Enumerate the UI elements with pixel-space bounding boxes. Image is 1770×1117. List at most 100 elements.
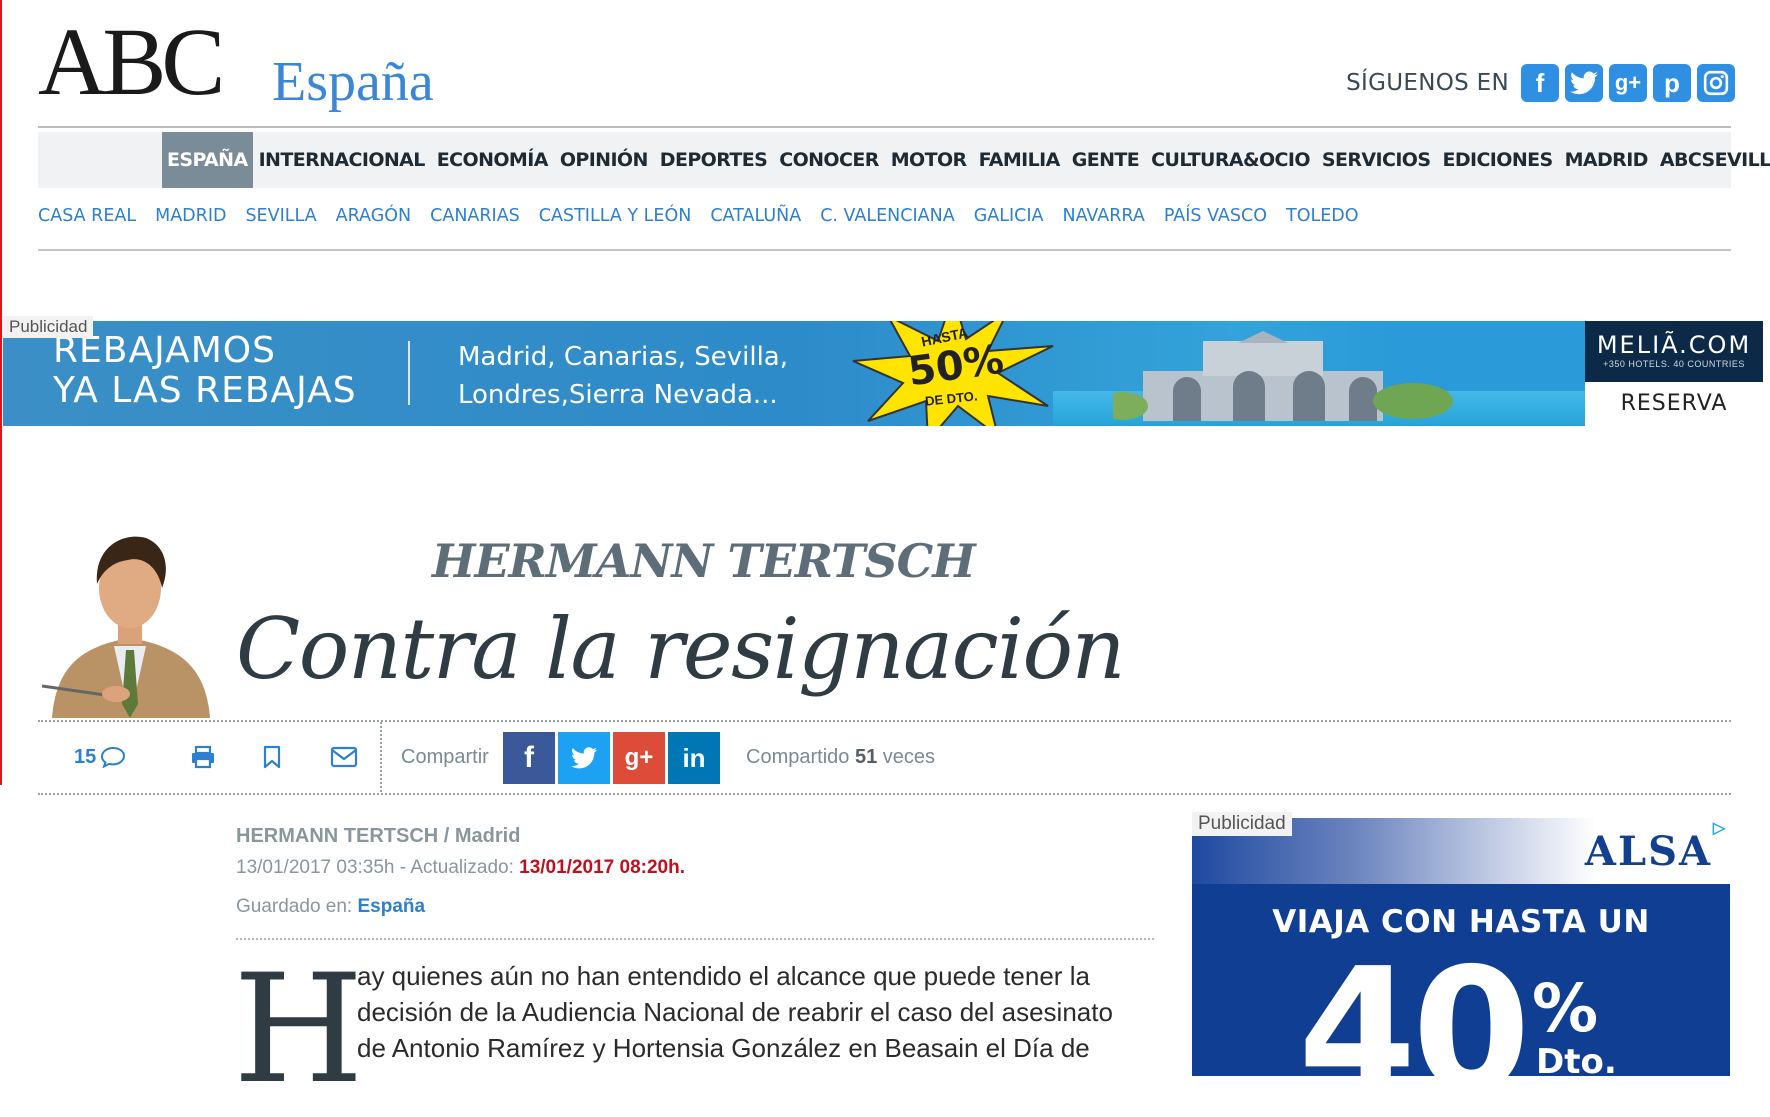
subnav-item-cataluña[interactable]: CATALUÑA — [710, 206, 801, 226]
nav-item-abcsevilla[interactable]: ABCSEVILLA — [1654, 149, 1770, 171]
abc-logo[interactable]: ABC — [38, 14, 225, 110]
body-line: de Antonio Ramírez y Hortensia González … — [357, 1033, 1090, 1063]
nav-item-servicios[interactable]: SERVICIOS — [1316, 149, 1437, 171]
byline-author[interactable]: HERMANN TERTSCH — [236, 825, 438, 847]
mail-icon — [330, 746, 358, 768]
sub-nav: CASA REAL MADRID SEVILLA ARAGÓN CANARIAS CAST… — [38, 206, 1378, 226]
header-divider — [38, 126, 1731, 128]
article-body: ay quienes aún no han entendido el alcan… — [357, 958, 1157, 1066]
share-twitter-button[interactable] — [558, 732, 610, 784]
saved-section-link[interactable]: España — [357, 896, 425, 917]
body-line: ay quienes aún no han entendido el alcan… — [357, 961, 1090, 991]
comment-count: 15 — [74, 745, 97, 768]
email-button[interactable] — [330, 722, 358, 792]
subnav-item-c-valenciana[interactable]: C. VALENCIANA — [820, 206, 954, 226]
google-plus-icon: g+ — [624, 744, 654, 771]
saved-label: Guardado en: — [236, 896, 353, 917]
subnav-item-canarias[interactable]: CANARIAS — [430, 206, 520, 226]
nav-item-internacional[interactable]: INTERNACIONAL — [253, 149, 431, 171]
twitter-icon[interactable] — [1565, 64, 1603, 102]
ad-cities-line-2: Londres,Sierra Nevada... — [458, 380, 778, 410]
section-title[interactable]: España — [272, 54, 434, 110]
ad-cities-line-1: Madrid, Canarias, Sevilla, — [458, 342, 788, 372]
nav-item-motor[interactable]: MOTOR — [885, 149, 973, 171]
article-dates: 13/01/2017 03:35h - Actualizado: 13/01/2… — [236, 857, 685, 878]
dotted-divider-bottom — [38, 793, 1731, 795]
instagram-icon[interactable] — [1697, 64, 1735, 102]
subnav-item-castilla-y-león[interactable]: CASTILLA Y LEÓN — [539, 206, 692, 226]
bookmark-icon — [263, 745, 281, 769]
saved-in: Guardado en: España — [236, 896, 425, 918]
subnav-item-toledo[interactable]: TOLEDO — [1286, 206, 1359, 226]
ad-brand-tagline: +350 HOTELS. 40 COUNTRIES — [1603, 359, 1745, 369]
subnav-divider — [38, 249, 1731, 251]
toolbar-separator — [380, 722, 382, 792]
updated-label: Actualizado: — [410, 857, 514, 878]
author-name[interactable]: HERMANN TERTSCH — [432, 534, 976, 588]
facebook-icon[interactable]: f — [1521, 64, 1559, 102]
ad-brand-block: MELIÃ.COM +350 HOTELS. 40 COUNTRIES RESE… — [1585, 321, 1763, 426]
subnav-item-casa-real[interactable]: CASA REAL — [38, 206, 136, 226]
pinterest-icon[interactable]: p — [1653, 64, 1691, 102]
subnav-item-sevilla[interactable]: SEVILLA — [245, 206, 316, 226]
top-banner-ad[interactable]: REBAJAMOS YA LAS REBAJAS Madrid, Canaria… — [3, 321, 1763, 426]
left-edge-marker — [0, 0, 2, 785]
linkedin-icon: in — [682, 742, 706, 773]
article-headline: Contra la resignación — [236, 600, 1126, 698]
nav-item-deportes[interactable]: DEPORTES — [654, 149, 773, 171]
twitter-icon — [571, 747, 597, 769]
print-icon — [192, 745, 214, 769]
nav-item-conocer[interactable]: CONOCER — [773, 149, 885, 171]
subnav-item-aragón[interactable]: ARAGÓN — [336, 206, 412, 226]
published-date: 13/01/2017 03:35h — [236, 857, 395, 878]
alsa-logo: ALSA — [1584, 828, 1712, 875]
nav-item-ediciones[interactable]: EDICIONES — [1436, 149, 1558, 171]
share-google-plus-button[interactable]: g+ — [613, 732, 665, 784]
facebook-icon: f — [524, 741, 534, 774]
nav-item-españa[interactable]: ESPAÑA — [162, 132, 253, 188]
subnav-item-galicia[interactable]: GALICIA — [974, 206, 1044, 226]
share-count-value: 51 — [854, 745, 878, 768]
nav-item-madrid[interactable]: MADRID — [1559, 149, 1654, 171]
share-label: Compartir — [401, 745, 489, 768]
social-follow: SÍGUENOS EN f g+ p — [1346, 64, 1735, 102]
byline-location: Madrid — [454, 825, 521, 847]
updated-date: 13/01/2017 08:20h. — [519, 857, 685, 878]
share-facebook-button[interactable]: f — [503, 732, 555, 784]
side-ad-percent: 40 — [1298, 932, 1531, 1076]
share-count-prefix: Compartido — [746, 745, 850, 768]
ad-headline-line-2: YA LAS REBAJAS — [53, 370, 357, 411]
byline: HERMANN TERTSCH / Madrid — [236, 825, 521, 847]
subnav-item-navarra[interactable]: NAVARRA — [1062, 206, 1144, 226]
nav-item-economía[interactable]: ECONOMÍA — [431, 149, 554, 171]
share-linkedin-button[interactable]: in — [668, 732, 720, 784]
ad-separator — [408, 341, 410, 405]
author-photo[interactable] — [42, 526, 217, 718]
follow-label: SÍGUENOS EN — [1346, 70, 1509, 96]
byline-divider — [236, 938, 1154, 940]
share-count: Compartido 51 veces — [746, 722, 935, 792]
nav-item-cultura-ocio[interactable]: CULTURA&OCIO — [1145, 149, 1316, 171]
nav-item-familia[interactable]: FAMILIA — [973, 149, 1066, 171]
subnav-item-madrid[interactable]: MADRID — [155, 206, 226, 226]
subnav-item-país-vasco[interactable]: PAÍS VASCO — [1164, 206, 1267, 226]
adchoices-icon[interactable]: ▷ — [1708, 818, 1730, 840]
ad-brand-name: MELIÃ.COM — [1596, 331, 1752, 359]
side-ad[interactable]: ALSA ▷ VIAJA CON HASTA UN 40 % Dto. — [1192, 818, 1730, 1076]
share-count-suffix: veces — [882, 745, 936, 768]
ad-headline: REBAJAMOS YA LAS REBAJAS — [53, 331, 357, 411]
nav-item-gente[interactable]: GENTE — [1066, 149, 1145, 171]
bookmark-button[interactable] — [262, 722, 282, 792]
ad-label: Publicidad — [3, 316, 94, 338]
google-plus-icon[interactable]: g+ — [1609, 64, 1647, 102]
monument-image — [1113, 331, 1453, 421]
print-button[interactable] — [190, 722, 216, 792]
side-ad-dto: Dto. — [1536, 1042, 1617, 1076]
drop-cap: H — [233, 943, 364, 1117]
comments-link[interactable]: 15 — [74, 722, 126, 792]
side-ad-percent-sign: % — [1532, 970, 1599, 1047]
nav-item-opinión[interactable]: OPINIÓN — [554, 149, 654, 171]
reserve-button[interactable]: RESERVA — [1585, 382, 1763, 426]
article-toolbar: 15 Compartir f g+ in Compartido 51 veces — [38, 722, 1731, 792]
ad-cities: Madrid, Canarias, Sevilla, Londres,Sierr… — [458, 338, 788, 414]
